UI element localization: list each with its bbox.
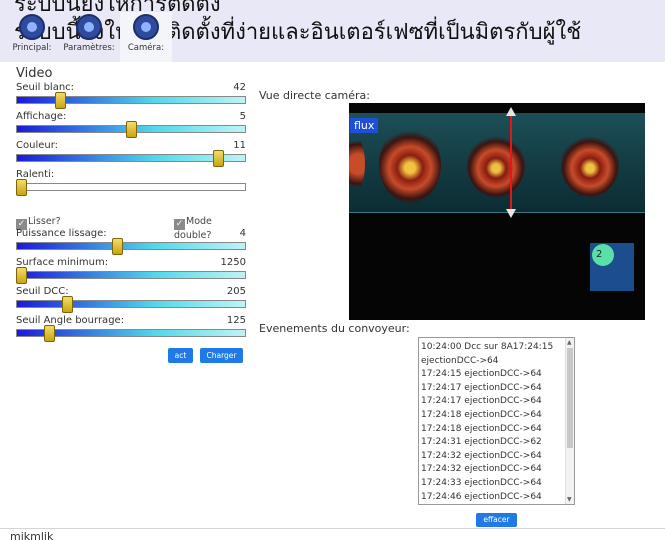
tab-principal[interactable]: Principal: <box>6 12 58 62</box>
tab-camera[interactable]: Caméra: <box>120 12 172 62</box>
scroll-down-icon[interactable]: ▼ <box>567 496 572 503</box>
object-blob <box>379 125 441 203</box>
object-blob <box>467 133 525 197</box>
slider-track[interactable] <box>16 96 246 104</box>
slider-value: 4 <box>239 228 246 239</box>
footer: mikmlik <box>0 528 665 540</box>
top-banner: ระบบนี้ยังให้การติดตั้ง ระบบนี้ยังให้การ… <box>0 0 665 62</box>
settings-icon <box>76 14 102 40</box>
event-line: 17:24:32 ejectionDCC->64 <box>421 464 542 475</box>
slider-thumb[interactable] <box>16 267 27 284</box>
camera-feed[interactable]: flux 2 <box>349 103 645 320</box>
slider-value: 1250 <box>220 257 246 268</box>
camera-icon <box>133 14 159 40</box>
events-scrollbar[interactable]: ▲ ▼ <box>565 338 574 504</box>
object-blob <box>561 133 619 197</box>
slider-thumb[interactable] <box>44 325 56 342</box>
ejector-line <box>510 115 512 212</box>
slider-label: Couleur: <box>16 140 59 151</box>
slider-thumb[interactable] <box>61 296 73 313</box>
conveyor-edge <box>349 212 645 213</box>
charger-button[interactable]: Charger <box>200 348 243 363</box>
slider-track[interactable] <box>16 300 246 308</box>
slider-label: Seuil DCC: <box>16 286 69 297</box>
counter-badge: 2 <box>592 244 614 266</box>
scrollbar-thumb[interactable] <box>567 348 573 448</box>
tab-parametres[interactable]: Paramètres: <box>63 12 115 62</box>
events-label: Evenements du convoyeur: <box>259 322 410 335</box>
slider-label: Puissance lissage: <box>16 228 107 239</box>
slider-thumb[interactable] <box>213 150 225 167</box>
event-line: ejectionDCC->64 <box>421 355 499 366</box>
event-line: 17:24:18 ejectionDCC->64 <box>421 409 542 420</box>
event-line: 17:24:33 ejectionDCC->64 <box>421 477 542 488</box>
checkmark-icon: ✓ <box>174 219 185 230</box>
arrow-down-icon <box>506 209 516 218</box>
slider-thumb[interactable] <box>16 179 27 196</box>
scroll-up-icon[interactable]: ▲ <box>567 339 572 346</box>
event-line: 17:24:15 ejectionDCC->64 <box>421 369 542 380</box>
slider-value: 42 <box>233 82 246 93</box>
slider-label: Seuil Angle bourrage: <box>16 315 125 326</box>
video-title: Video <box>16 66 53 81</box>
event-line: 17:24:17 ejectionDCC->64 <box>421 382 542 393</box>
slider-label: Affichage: <box>16 111 67 122</box>
event-line: 17:24:18 ejectionDCC->64 <box>421 423 542 434</box>
tab-parametres-label: Paramètres: <box>63 43 115 53</box>
flux-overlay: flux <box>350 118 379 133</box>
mode-double-checkbox[interactable]: ✓ Mode double? <box>174 216 250 241</box>
slider-value: 125 <box>226 315 246 326</box>
effacer-button[interactable]: effacer <box>476 513 517 527</box>
tab-principal-label: Principal: <box>12 43 52 53</box>
slider-label: Surface minimum: <box>16 257 109 268</box>
footer-text: mikmlik <box>10 530 54 540</box>
slider-thumb[interactable] <box>125 121 137 138</box>
slider-label: Seuil blanc: <box>16 82 75 93</box>
event-line: 17:24:46 ejectionDCC->64 <box>421 491 542 502</box>
event-line: 10:24:00 Dcc sur 8A17:24:15 <box>421 342 554 352</box>
slider-thumb[interactable] <box>112 238 124 255</box>
events-lines: 10:24:00 Dcc sur 8A17:24:15 ejectionDCC-… <box>421 341 564 504</box>
slider-value: 5 <box>239 111 246 122</box>
slider-track[interactable] <box>16 242 246 250</box>
lisser-label: Lisser? <box>28 216 61 227</box>
home-icon <box>19 14 45 40</box>
slider-value: 11 <box>233 140 246 151</box>
events-list[interactable]: 10:24:00 Dcc sur 8A17:24:15 ejectionDCC-… <box>418 337 575 505</box>
slider-track[interactable] <box>16 183 246 191</box>
camera-view-label: Vue directe caméra: <box>259 89 370 102</box>
event-line: 17:24:31 ejectionDCC->62 <box>421 437 542 448</box>
slider-track[interactable] <box>16 271 246 279</box>
event-line: 17:24:17 ejectionDCC->64 <box>421 396 542 407</box>
slider-value: 205 <box>226 286 246 297</box>
slider-track[interactable] <box>16 154 246 162</box>
arrow-up-icon <box>506 107 516 116</box>
event-line: 17:24:32 ejectionDCC->64 <box>421 450 542 461</box>
act-button[interactable]: act <box>168 348 193 363</box>
slider-thumb[interactable] <box>55 92 67 109</box>
tab-camera-label: Caméra: <box>127 43 165 53</box>
